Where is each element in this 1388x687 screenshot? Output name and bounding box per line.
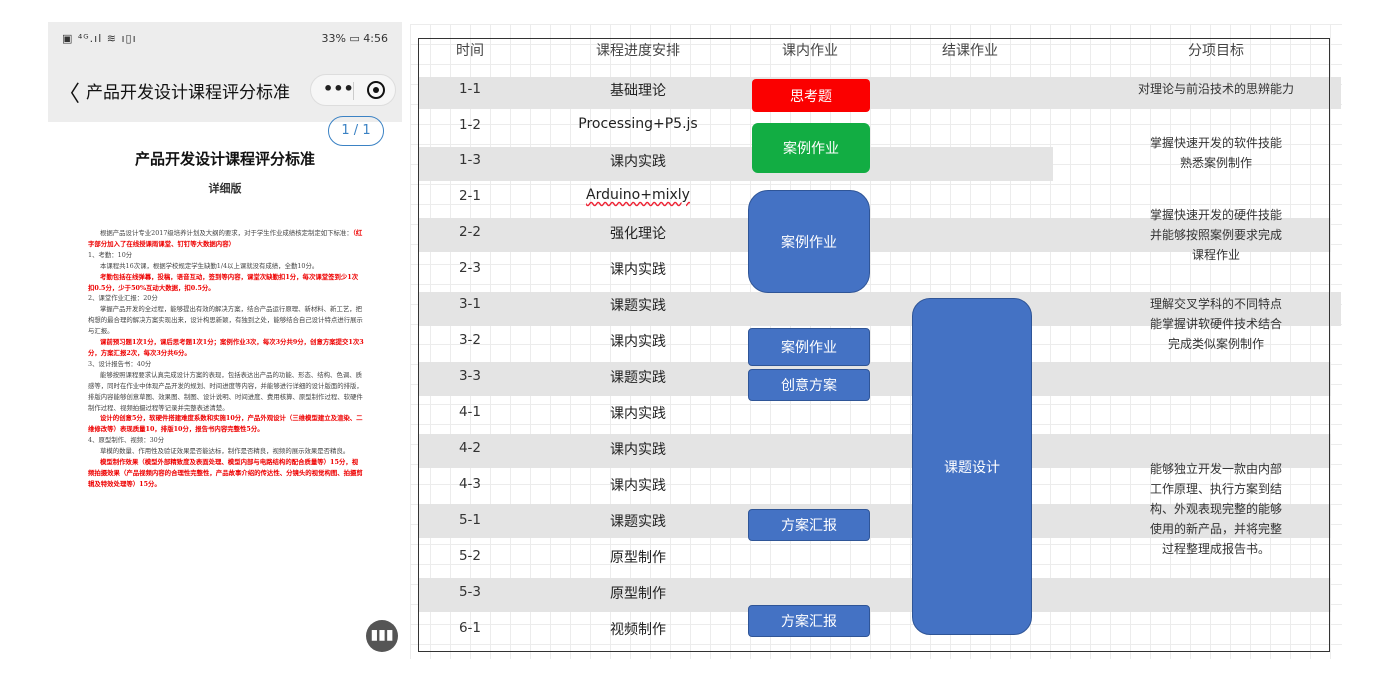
- goal-text: 工作原理、执行方案到结: [1149, 482, 1282, 496]
- doc-heading: 4、原型制作、视频：30分: [88, 436, 165, 445]
- row-plan: 课题实践: [610, 370, 666, 386]
- phone-screen: ▣ ⁴ᴳ.ıl ≋ ı▯ı 33% ▭ 4:56 〈 产品开发设计课程评分标准 …: [48, 22, 402, 667]
- row-plan: 课题实践: [610, 298, 666, 314]
- doc-paragraph: 根据产品设计专业2017级培养计划及大纲的要求，对于学生作业成绩核定制定如下标准…: [88, 228, 364, 250]
- doc-red-text: 模型制作效果（模型外部精致度及表面处理、模型内部与电路结构的配合质量等）15分，…: [88, 458, 363, 488]
- goal-text: 掌握快速开发的硬件技能: [1149, 208, 1282, 222]
- row-time: 2-2: [458, 224, 482, 240]
- row-time: 3-1: [458, 296, 482, 312]
- row-plan: 强化理论: [610, 226, 666, 242]
- doc-text: 掌握产品开发的全过程，能够提出有效的解决方案，结合产品运行原理、新材料、新工艺，…: [88, 305, 363, 336]
- row-plan: 课内实践: [610, 478, 666, 494]
- goal-text: 完成类似案例制作: [1167, 337, 1264, 351]
- header-plan: 课程进度安排: [596, 43, 680, 59]
- goal-text: 掌握快速开发的软件技能: [1149, 136, 1282, 150]
- doc-heading: 2、课堂作业汇报：20分: [88, 294, 158, 303]
- doc-subtitle: 详细版: [208, 182, 242, 195]
- floating-menu-button[interactable]: ▮▮▮: [366, 620, 398, 652]
- goal-1: 对理论与前沿技术的思辨能力: [1105, 79, 1327, 99]
- goal-text: 理解交叉学科的不同特点: [1149, 297, 1282, 311]
- nav-title: 产品开发设计课程评分标准: [86, 83, 290, 103]
- doc-heading: 1、考勤：10分: [88, 250, 133, 259]
- block-case-software: 案例作业: [752, 123, 870, 173]
- block-final-project: 课题设计: [912, 298, 1032, 635]
- row-time: 6-1: [458, 620, 482, 636]
- miniprogram-capsule: •••: [310, 74, 396, 106]
- doc-text: 草模的数量、作用性及验证效果是否能达标，制作是否精良，视频的展示效果是否精良。: [100, 447, 350, 456]
- row-time: 4-2: [458, 440, 482, 456]
- doc-red-text: 设计的创意5分，软硬件搭建难度系数和实施10分，产品外观设计（三维模型建立及渲染…: [88, 414, 363, 434]
- signal-wifi-icons: ▣ ⁴ᴳ.ıl ≋ ı▯ı: [62, 32, 137, 45]
- doc-text: 本课程共16次课，根据学校规定学生缺勤1/4以上课就没有成绩，全勤10分。: [100, 261, 319, 270]
- row-time: 2-3: [458, 260, 482, 276]
- goal-4: 理解交叉学科的不同特点 能掌握讲软硬件技术结合 完成类似案例制作: [1105, 294, 1327, 354]
- goal-text: 构、外观表现完整的能够: [1149, 502, 1282, 516]
- header-goal: 分项目标: [1188, 43, 1244, 59]
- doc-body: 根据产品设计专业2017级培养计划及大纲的要求，对于学生作业成绩核定制定如下标准…: [88, 228, 364, 490]
- row-plan: 课内实践: [610, 262, 666, 278]
- battery-time: 33% ▭ 4:56: [321, 32, 388, 45]
- goal-text: 能够独立开发一款由内部: [1149, 462, 1282, 476]
- header-final: 结课作业: [942, 43, 998, 59]
- header-time: 时间: [456, 43, 484, 59]
- doc-text: 能够按照课程要求认真完成设计方案的表现，包括表达出产品的功能、形态、结构、色调、…: [88, 370, 363, 412]
- goal-text: 熟悉案例制作: [1179, 156, 1252, 170]
- goal-text: 对理论与前沿技术的思辨能力: [1137, 82, 1294, 96]
- schedule-canvas: 时间 课程进度安排 课内作业 结课作业 分项目标 1-1 基础理论 1-2 Pr…: [410, 24, 1342, 659]
- row-time: 1-1: [458, 81, 482, 97]
- back-icon[interactable]: 〈: [58, 76, 80, 108]
- goal-text: 使用的新产品，并将完整: [1149, 522, 1282, 536]
- row-time: 1-2: [458, 117, 482, 133]
- close-target-icon[interactable]: [367, 81, 385, 99]
- row-time: 3-3: [458, 368, 482, 384]
- row-plan: 课题实践: [610, 514, 666, 530]
- doc-heading: 3、设计报告书：40分: [88, 359, 152, 368]
- doc-text: 根据产品设计专业2017级培养计划及大纲的要求，对于学生作业成绩核定制定如下标准…: [100, 229, 353, 237]
- row-time: 3-2: [458, 332, 482, 348]
- goal-2: 掌握快速开发的软件技能 熟悉案例制作: [1105, 133, 1327, 173]
- row-plan: Arduino+mixly: [586, 187, 690, 203]
- row-time: 1-3: [458, 152, 482, 168]
- goal-text: 并能够按照案例要求完成: [1149, 228, 1282, 242]
- capsule-divider: [353, 82, 354, 100]
- row-plan: 原型制作: [610, 586, 666, 602]
- row-plan: Processing+P5.js: [578, 116, 698, 132]
- block-creative: 创意方案: [748, 369, 870, 401]
- row-plan: 课内实践: [610, 334, 666, 350]
- row-plan: 视频制作: [610, 622, 666, 638]
- header-inclass: 课内作业: [782, 43, 838, 59]
- goal-text: 课程作业: [1191, 248, 1240, 262]
- row-time: 5-2: [458, 548, 482, 564]
- block-thinking: 思考题: [752, 79, 870, 112]
- row-time: 2-1: [458, 188, 482, 204]
- doc-title: 产品开发设计课程评分标准: [134, 150, 315, 168]
- goal-3: 掌握快速开发的硬件技能 并能够按照案例要求完成 课程作业: [1105, 205, 1327, 265]
- row-time: 4-1: [458, 404, 482, 420]
- status-bar: ▣ ⁴ᴳ.ıl ≋ ı▯ı 33% ▭ 4:56: [48, 22, 402, 56]
- row-time: 5-3: [458, 584, 482, 600]
- block-case-3: 案例作业: [748, 328, 870, 366]
- block-report-2: 方案汇报: [748, 605, 870, 637]
- row-plan: 课内实践: [610, 154, 666, 170]
- goal-text: 过程整理成报告书。: [1161, 542, 1270, 556]
- goal-text: 能掌握讲软硬件技术结合: [1149, 317, 1282, 331]
- more-icon[interactable]: •••: [323, 79, 354, 98]
- row-plan: 基础理论: [610, 83, 666, 99]
- row-plan: 课内实践: [610, 442, 666, 458]
- page-indicator: 1 / 1: [328, 116, 384, 146]
- block-case-hardware: 案例作业: [748, 190, 870, 293]
- nav-bar: 〈 产品开发设计课程评分标准 •••: [48, 56, 402, 122]
- goal-5: 能够独立开发一款由内部 工作原理、执行方案到结 构、外观表现完整的能够 使用的新…: [1105, 459, 1327, 559]
- row-plan: 原型制作: [610, 550, 666, 566]
- block-report-1: 方案汇报: [748, 509, 870, 541]
- row-plan: 课内实践: [610, 406, 666, 422]
- row-time: 5-1: [458, 512, 482, 528]
- doc-red-text: 考勤包括在线弹幕，投稿，语音互动，签到等内容，课堂次缺勤扣1分，每次课堂签到少1…: [88, 272, 359, 292]
- row-time: 4-3: [458, 476, 482, 492]
- doc-red-text: 课前预习题1次1分，课后思考题1次1分；案例作业3次，每次3分共9分，创意方案提…: [88, 338, 364, 357]
